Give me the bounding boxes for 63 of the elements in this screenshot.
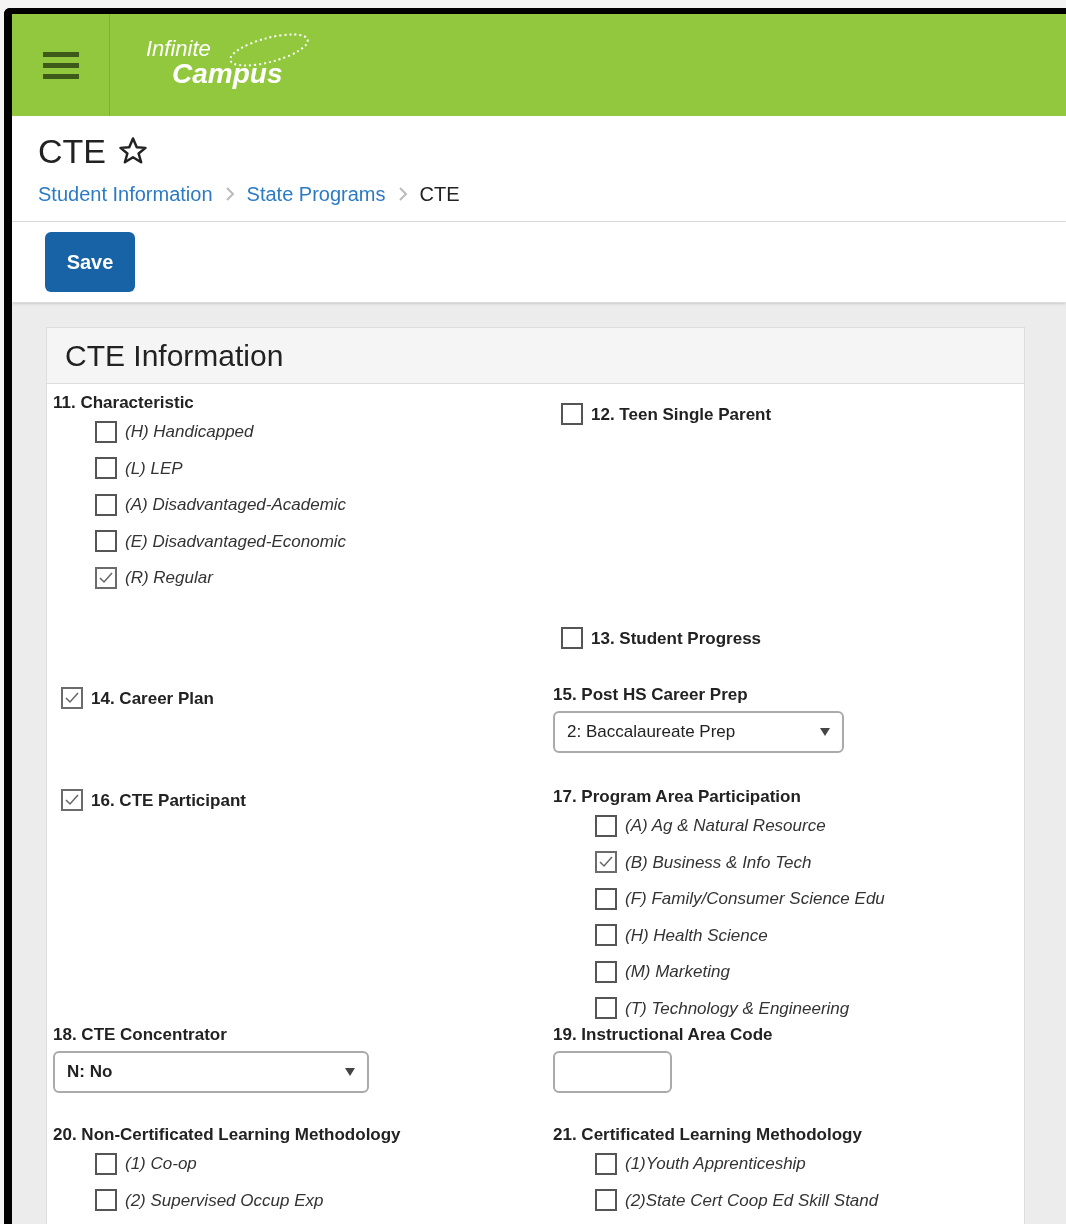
checkbox[interactable] xyxy=(95,457,117,480)
option-label: (A) Ag & Natural Resource xyxy=(625,815,826,837)
field-label: 20. Non-Certificated Learning Methodology xyxy=(53,1123,402,1146)
checkbox[interactable] xyxy=(561,403,583,426)
breadcrumb-link[interactable]: Student Information xyxy=(38,178,213,209)
option-label: (1)Youth Apprenticeship xyxy=(625,1153,806,1175)
option-label: (R) Regular xyxy=(125,567,213,589)
option-label: (A) Disadvantaged-Academic xyxy=(125,494,347,516)
page-title: CTE xyxy=(38,131,106,172)
checkbox-label: 12. Teen Single Parent xyxy=(591,403,772,426)
checkbox[interactable] xyxy=(95,420,117,443)
checkbox[interactable] xyxy=(95,1189,117,1212)
checkbox[interactable] xyxy=(95,493,117,516)
option-label: (H) Handicapped xyxy=(125,421,254,443)
checkbox-label: 14. Career Plan xyxy=(91,687,214,710)
breadcrumb-link[interactable]: State Programs xyxy=(246,178,386,209)
option-label: (T) Technology & Engineering xyxy=(625,997,850,1020)
breadcrumb-current: CTE xyxy=(419,181,460,207)
field-label: 15. Post HS Career Prep xyxy=(553,683,749,706)
dropdown[interactable]: 2: Baccalaureate Prep xyxy=(553,711,844,753)
option-label: (2) Supervised Occup Exp xyxy=(125,1189,324,1212)
checkbox[interactable] xyxy=(595,997,617,1020)
checkbox[interactable] xyxy=(595,814,617,837)
checkbox[interactable] xyxy=(95,566,117,589)
option-label: (H) Health Science xyxy=(625,924,768,947)
check-icon xyxy=(65,692,79,705)
option-label: (2)State Cert Coop Ed Skill Stand xyxy=(625,1189,879,1212)
checkbox[interactable] xyxy=(95,1152,117,1175)
option-label: (F) Family/Consumer Science Edu xyxy=(625,888,885,910)
option-label: (L) LEP xyxy=(125,457,183,480)
checkbox[interactable] xyxy=(595,1152,617,1175)
checkbox[interactable] xyxy=(595,887,617,910)
checkbox-label: 13. Student Progress xyxy=(591,627,762,650)
field-label: 21. Certificated Learning Methodology xyxy=(553,1123,863,1146)
menu-icon[interactable] xyxy=(42,50,79,80)
checkbox[interactable] xyxy=(595,960,617,983)
chevron-right-icon xyxy=(224,185,235,202)
checkbox-label: 16. CTE Participant xyxy=(91,789,246,812)
checkbox[interactable] xyxy=(595,924,617,947)
save-button[interactable]: Save xyxy=(45,231,135,292)
checkbox[interactable] xyxy=(61,687,83,710)
caret-icon xyxy=(820,728,830,736)
option-label: (M) Marketing xyxy=(625,961,730,983)
checkbox[interactable] xyxy=(561,627,583,650)
chevron-right-icon xyxy=(397,185,408,202)
input-field[interactable] xyxy=(553,1051,672,1093)
option-label: (E) Disadvantaged-Economic xyxy=(125,530,347,553)
check-icon xyxy=(99,571,113,584)
dropdown[interactable]: N: No xyxy=(53,1051,369,1093)
option-label: (B) Business & Info Tech xyxy=(625,851,812,874)
field-label: 17. Program Area Participation xyxy=(553,785,802,808)
check-icon xyxy=(65,794,79,807)
field-label: 11. Characteristic xyxy=(53,391,195,414)
field-label: 18. CTE Concentrator xyxy=(53,1023,228,1046)
checkbox[interactable] xyxy=(595,1189,617,1212)
checkbox[interactable] xyxy=(61,789,83,812)
checkbox[interactable] xyxy=(95,530,117,553)
field-label: 19. Instructional Area Code xyxy=(553,1023,774,1046)
checkbox[interactable] xyxy=(595,851,617,874)
check-icon xyxy=(599,856,613,869)
panel-title: CTE Information xyxy=(65,337,284,374)
caret-icon xyxy=(345,1068,355,1076)
option-label: (1) Co-op xyxy=(125,1153,197,1175)
